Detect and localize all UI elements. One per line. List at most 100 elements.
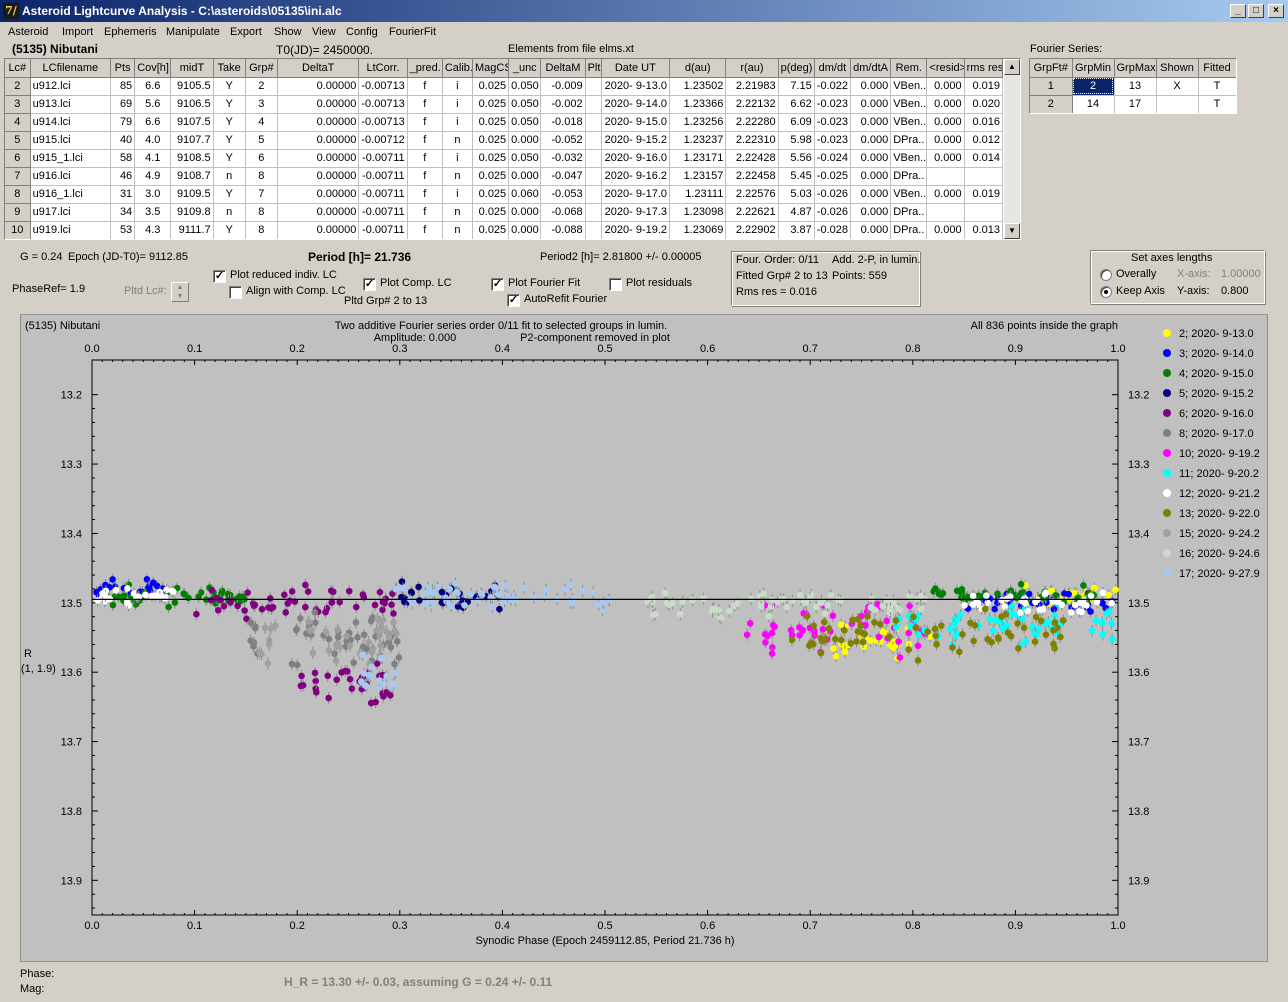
table-cell[interactable]: 1.23256 xyxy=(669,113,727,132)
table-cell[interactable]: 2.22576 xyxy=(725,185,779,204)
table-cell[interactable]: -0.053 xyxy=(540,185,586,204)
table-cell[interactable]: DPra.. xyxy=(890,203,928,222)
table-cell[interactable]: 0.00000 xyxy=(277,131,360,150)
plot-comp-checkbox[interactable]: ✓ xyxy=(363,278,376,291)
table-cell[interactable]: 0.000 xyxy=(508,221,542,239)
table-cell[interactable]: 58 xyxy=(110,149,136,168)
table-cell[interactable]: 0.000 xyxy=(926,149,965,168)
table-cell[interactable]: 0.00000 xyxy=(277,167,360,186)
maximize-button[interactable]: □ xyxy=(1248,4,1264,18)
table-cell[interactable]: 0.000 xyxy=(850,113,892,132)
table-cell[interactable]: 0.025 xyxy=(472,113,510,132)
table-cell[interactable]: u915_1.lci xyxy=(30,149,112,168)
table-cell[interactable] xyxy=(964,167,1004,186)
table-cell[interactable]: 9106.5 xyxy=(170,95,214,114)
table-cell[interactable]: 0.016 xyxy=(964,113,1004,132)
table-cell[interactable]: n xyxy=(442,221,473,239)
table-cell[interactable]: 1.23502 xyxy=(669,77,727,96)
table-cell[interactable]: -0.023 xyxy=(814,95,851,114)
align-comp-checkbox[interactable] xyxy=(229,286,242,299)
table-cell[interactable]: u912.lci xyxy=(30,77,112,96)
column-header[interactable]: Cov[h] xyxy=(134,59,172,78)
column-header[interactable]: GrpMax xyxy=(1114,59,1157,78)
table-cell[interactable]: 0.000 xyxy=(508,203,542,222)
table-cell[interactable]: 1.23157 xyxy=(669,167,727,186)
table-cell[interactable]: u919.lci xyxy=(30,221,112,239)
table-cell[interactable]: 5.56 xyxy=(778,149,815,168)
row-header[interactable]: 8 xyxy=(5,185,31,204)
table-cell[interactable]: -0.032 xyxy=(540,149,586,168)
table-cell[interactable]: 4.9 xyxy=(134,167,172,186)
table-cell[interactable]: VBen.. xyxy=(890,77,928,96)
table-cell[interactable]: DPra.. xyxy=(890,167,928,186)
table-cell[interactable] xyxy=(926,167,965,186)
row-header[interactable]: 10 xyxy=(5,221,31,239)
table-cell[interactable]: 13 xyxy=(1114,77,1157,96)
table-row[interactable]: 4 u914.lci 79 6.6 9107.5 Y 4 0.00000 -0.00713 f i 0… xyxy=(5,113,1004,132)
column-header[interactable]: Plt xyxy=(585,59,602,78)
table-cell[interactable]: 0.012 xyxy=(964,131,1004,150)
table-cell[interactable]: 53 xyxy=(110,221,136,239)
table-cell[interactable]: 1.23069 xyxy=(669,221,727,239)
table-cell[interactable]: f xyxy=(407,149,443,168)
phaseref-value[interactable]: PhaseRef= 1.9 xyxy=(12,283,85,295)
table-cell[interactable]: 2020- 9-16.2 xyxy=(601,167,671,186)
table-cell[interactable]: 0.000 xyxy=(850,167,892,186)
table-cell[interactable]: u913.lci xyxy=(30,95,112,114)
table-cell[interactable]: 2 xyxy=(245,77,278,96)
table-cell[interactable]: 0.025 xyxy=(472,203,510,222)
table-cell[interactable]: i xyxy=(442,95,473,114)
table-cell[interactable]: 34 xyxy=(110,203,136,222)
table-cell[interactable]: -0.002 xyxy=(540,95,586,114)
table-cell[interactable]: 1.23111 xyxy=(669,185,727,204)
plot-fourier-checkbox[interactable]: ✓ xyxy=(491,278,504,291)
table-cell[interactable]: f xyxy=(407,77,443,96)
table-cell[interactable]: 6.6 xyxy=(134,113,172,132)
table-cell[interactable]: n xyxy=(442,203,473,222)
menu-fourierfit[interactable]: FourierFit xyxy=(389,26,436,38)
column-header[interactable]: dm/dtA xyxy=(850,59,892,78)
table-cell[interactable]: 0.050 xyxy=(508,149,542,168)
period-value[interactable]: Period [h]= 21.736 xyxy=(308,250,411,264)
column-header[interactable]: Take xyxy=(213,59,246,78)
table-cell[interactable]: -0.026 xyxy=(814,203,851,222)
table-cell[interactable]: f xyxy=(407,131,443,150)
table-cell[interactable]: 6 xyxy=(245,149,278,168)
table-cell[interactable]: 7.15 xyxy=(778,77,815,96)
table-cell[interactable]: 9107.7 xyxy=(170,131,214,150)
table-cell[interactable]: 0.025 xyxy=(472,77,510,96)
table-row[interactable]: 2 u912.lci 85 6.6 9105.5 Y 2 0.00000 -0.00713 f i 0… xyxy=(5,77,1004,96)
autorefit-checkbox[interactable]: ✓ xyxy=(507,294,520,307)
pltd-lc-spinner[interactable]: ▲ ▼ xyxy=(171,282,189,302)
table-cell[interactable]: 4 xyxy=(245,113,278,132)
table-cell[interactable]: f xyxy=(407,95,443,114)
table-cell[interactable]: 40 xyxy=(110,131,136,150)
table-cell[interactable]: 0.000 xyxy=(850,185,892,204)
overally-radio[interactable] xyxy=(1100,269,1112,281)
table-cell[interactable]: f xyxy=(407,203,443,222)
column-header[interactable]: Date UT xyxy=(601,59,671,78)
table-cell[interactable]: -0.00713 xyxy=(358,77,408,96)
table-cell[interactable]: Y xyxy=(213,221,246,239)
column-header[interactable]: GrpMin xyxy=(1072,59,1115,78)
column-header[interactable]: dm/dt xyxy=(814,59,851,78)
column-header[interactable]: _pred. xyxy=(407,59,443,78)
table-cell[interactable]: u916.lci xyxy=(30,167,112,186)
plot-reduced-checkbox[interactable]: ✓ xyxy=(213,270,226,283)
table-cell[interactable]: 0.000 xyxy=(850,77,892,96)
table-cell[interactable]: -0.088 xyxy=(540,221,586,239)
table-row[interactable]: 7 u916.lci 46 4.9 9108.7 n 8 0.00000 -0.00711 f n 0… xyxy=(5,167,1004,186)
table-cell[interactable]: 0.000 xyxy=(850,221,892,239)
table-row[interactable]: 3 u913.lci 69 5.6 9106.5 Y 3 0.00000 -0.00713 f i 0… xyxy=(5,95,1004,114)
table-cell[interactable]: 3.87 xyxy=(778,221,815,239)
table-cell[interactable]: 8 xyxy=(245,221,278,239)
table-cell[interactable]: 6.6 xyxy=(134,77,172,96)
column-header[interactable]: Grp# xyxy=(245,59,278,78)
table-cell[interactable]: u914.lci xyxy=(30,113,112,132)
table-cell[interactable]: 4.0 xyxy=(134,131,172,150)
table-cell[interactable]: Y xyxy=(213,113,246,132)
table-cell[interactable]: DPra.. xyxy=(890,131,928,150)
table-cell[interactable]: 0.00000 xyxy=(277,95,360,114)
table-cell[interactable]: 0.000 xyxy=(508,131,542,150)
table-cell[interactable]: 0.00000 xyxy=(277,203,360,222)
